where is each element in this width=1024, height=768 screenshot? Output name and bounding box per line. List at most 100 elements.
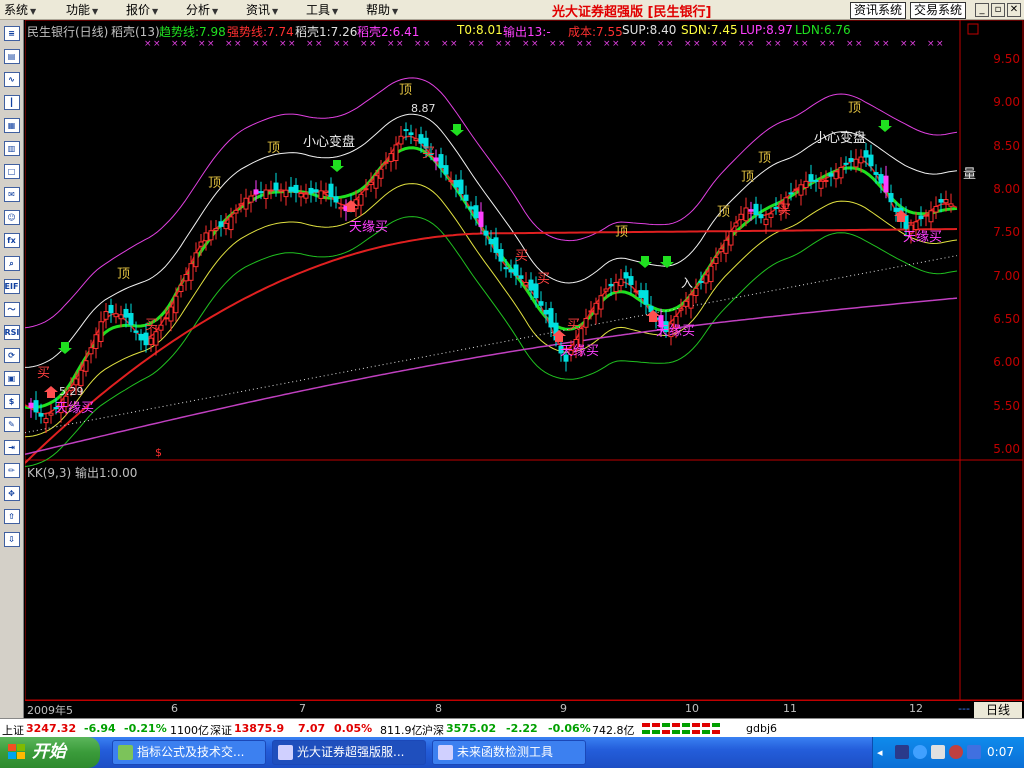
signal-marker: × — [882, 39, 890, 49]
price-axis-label: 8.50 — [993, 138, 1020, 153]
menu-item[interactable]: 帮助 ▼ — [366, 2, 398, 18]
dropdown-arrow-icon: ▼ — [332, 7, 339, 16]
candle-body — [333, 196, 339, 203]
task-everbright-window[interactable]: 光大证券超强版服... — [272, 740, 426, 765]
candle-body — [453, 180, 459, 188]
menu-item[interactable]: 系统 ▼ — [4, 2, 36, 18]
minimize-button[interactable]: _ — [975, 3, 989, 17]
user-id: gdbj6 — [746, 722, 778, 735]
security-icon[interactable] — [949, 745, 963, 759]
candle-body — [403, 129, 409, 132]
caution-signal: 小心变盘 — [814, 131, 867, 146]
clock[interactable]: 0:07 — [987, 745, 1014, 759]
candle-body — [523, 282, 529, 286]
sort-button[interactable]: ▥ — [2, 139, 21, 157]
task-formula-window[interactable]: 指标公式及技术交... — [112, 740, 266, 765]
sh-value: 3247.32 — [26, 722, 77, 735]
task-label: 指标公式及技术交... — [137, 745, 245, 759]
candle-body — [138, 333, 144, 341]
calc-icon: ▣ — [3, 370, 20, 386]
candle-body — [228, 216, 234, 231]
restore-button[interactable]: ▫ — [991, 3, 1005, 17]
volume-icon[interactable] — [931, 745, 945, 759]
ime-icon[interactable] — [913, 745, 927, 759]
candle-body — [118, 314, 124, 320]
rsi-button[interactable]: RSI — [2, 323, 21, 341]
dropdown-arrow-icon: ▼ — [272, 7, 279, 16]
menu-item[interactable]: 功能 ▼ — [66, 2, 98, 18]
price-short-line — [25, 135, 958, 415]
candle-body — [43, 418, 49, 424]
tool-button[interactable]: ✎ — [2, 415, 21, 433]
sdn-value: SDN:7.45 — [681, 23, 738, 37]
candle-body — [393, 144, 399, 162]
trade-system-button[interactable]: 交易系统 — [910, 2, 967, 19]
people-button[interactable]: ☺ — [2, 208, 21, 226]
trend-button[interactable]: ∿ — [2, 70, 21, 88]
candle-body — [288, 186, 294, 192]
start-button[interactable]: 开始 — [0, 737, 100, 768]
buy-signal: 买 — [567, 318, 581, 333]
menu-label: 资讯 — [246, 3, 271, 17]
signal-marker: × — [153, 39, 161, 49]
tray-expand-icon[interactable]: ◂ — [877, 746, 883, 759]
wave-button[interactable]: 〜 — [2, 300, 21, 318]
price-axis-label: 8.00 — [993, 182, 1020, 196]
move-button[interactable]: ✥ — [2, 484, 21, 502]
candle-body — [508, 269, 514, 273]
signal-marker: × — [315, 39, 323, 49]
calc-button[interactable]: ▣ — [2, 369, 21, 387]
dollar-button[interactable]: $ — [2, 392, 21, 410]
period-button[interactable]: 日线 — [974, 702, 1022, 718]
candle-body — [858, 156, 864, 164]
news-button[interactable]: ✉ — [2, 185, 21, 203]
indicator-name: 稻壳(13) — [111, 25, 160, 39]
tianyuan-buy-signal: 天缘买 — [903, 230, 943, 245]
top-signal: 顶 — [848, 101, 862, 116]
system-tray: ◂ 0:07 — [872, 737, 1024, 768]
signal-marker: × — [936, 39, 944, 49]
candle-body — [843, 162, 849, 165]
multi-window-button[interactable]: ▦ — [2, 116, 21, 134]
signal-marker: × — [639, 39, 647, 49]
quote-list-button[interactable]: ≡ — [2, 24, 21, 42]
task-future-check-window[interactable]: 未来函数检测工具 — [432, 740, 586, 765]
buy-signal: 买 — [37, 366, 51, 381]
menu-item[interactable]: 分析 ▼ — [186, 2, 218, 18]
stock-name: 民生银行(日线) — [27, 25, 109, 39]
exit-button[interactable]: ⇥ — [2, 438, 21, 456]
buy-signal: 买 — [515, 249, 529, 264]
refresh-button[interactable]: ⟳ — [2, 346, 21, 364]
candle-body — [938, 199, 944, 203]
candle-body — [253, 189, 259, 195]
candle-body — [878, 174, 884, 184]
report-button[interactable]: □ — [2, 162, 21, 180]
kline-chart[interactable]: × × × × × × × × × × × × × × × × × × × × × × × × × × × × × × × × × × × × × × × ×… — [25, 20, 1024, 700]
signal-marker: × — [819, 39, 827, 49]
candle-body — [368, 181, 374, 186]
eif-button[interactable]: EIF — [2, 277, 21, 295]
ldn-value: LDN:6.76 — [795, 23, 851, 37]
detail-button[interactable]: ▤ — [2, 47, 21, 65]
info-system-button[interactable]: 资讯系统 — [850, 2, 907, 19]
menu-item[interactable]: 工具 ▼ — [306, 2, 338, 18]
menu-item[interactable]: 报价 ▼ — [126, 2, 158, 18]
network-icon[interactable] — [895, 745, 909, 759]
tianyuan-buy-signal: 天缘买 — [55, 401, 95, 416]
signal-marker: × — [144, 39, 152, 49]
up-arrow-button[interactable]: ⇧ — [2, 507, 21, 525]
tray-app-icon[interactable] — [967, 745, 981, 759]
candle-body — [248, 195, 254, 203]
candle-body — [513, 264, 519, 276]
kline-button[interactable]: ┃ — [2, 93, 21, 111]
pencil-button[interactable]: ✏ — [2, 461, 21, 479]
enter-signal: 入 — [681, 276, 694, 290]
candle-body — [208, 230, 214, 241]
search-button[interactable]: ⌕ — [2, 254, 21, 272]
down-arrow-button[interactable]: ⇩ — [2, 530, 21, 548]
candle-body — [738, 213, 744, 221]
signal-marker: × — [198, 39, 206, 49]
menu-item[interactable]: 资讯 ▼ — [246, 2, 278, 18]
close-button[interactable]: ✕ — [1007, 3, 1021, 17]
fx-button[interactable]: fx — [2, 231, 21, 249]
